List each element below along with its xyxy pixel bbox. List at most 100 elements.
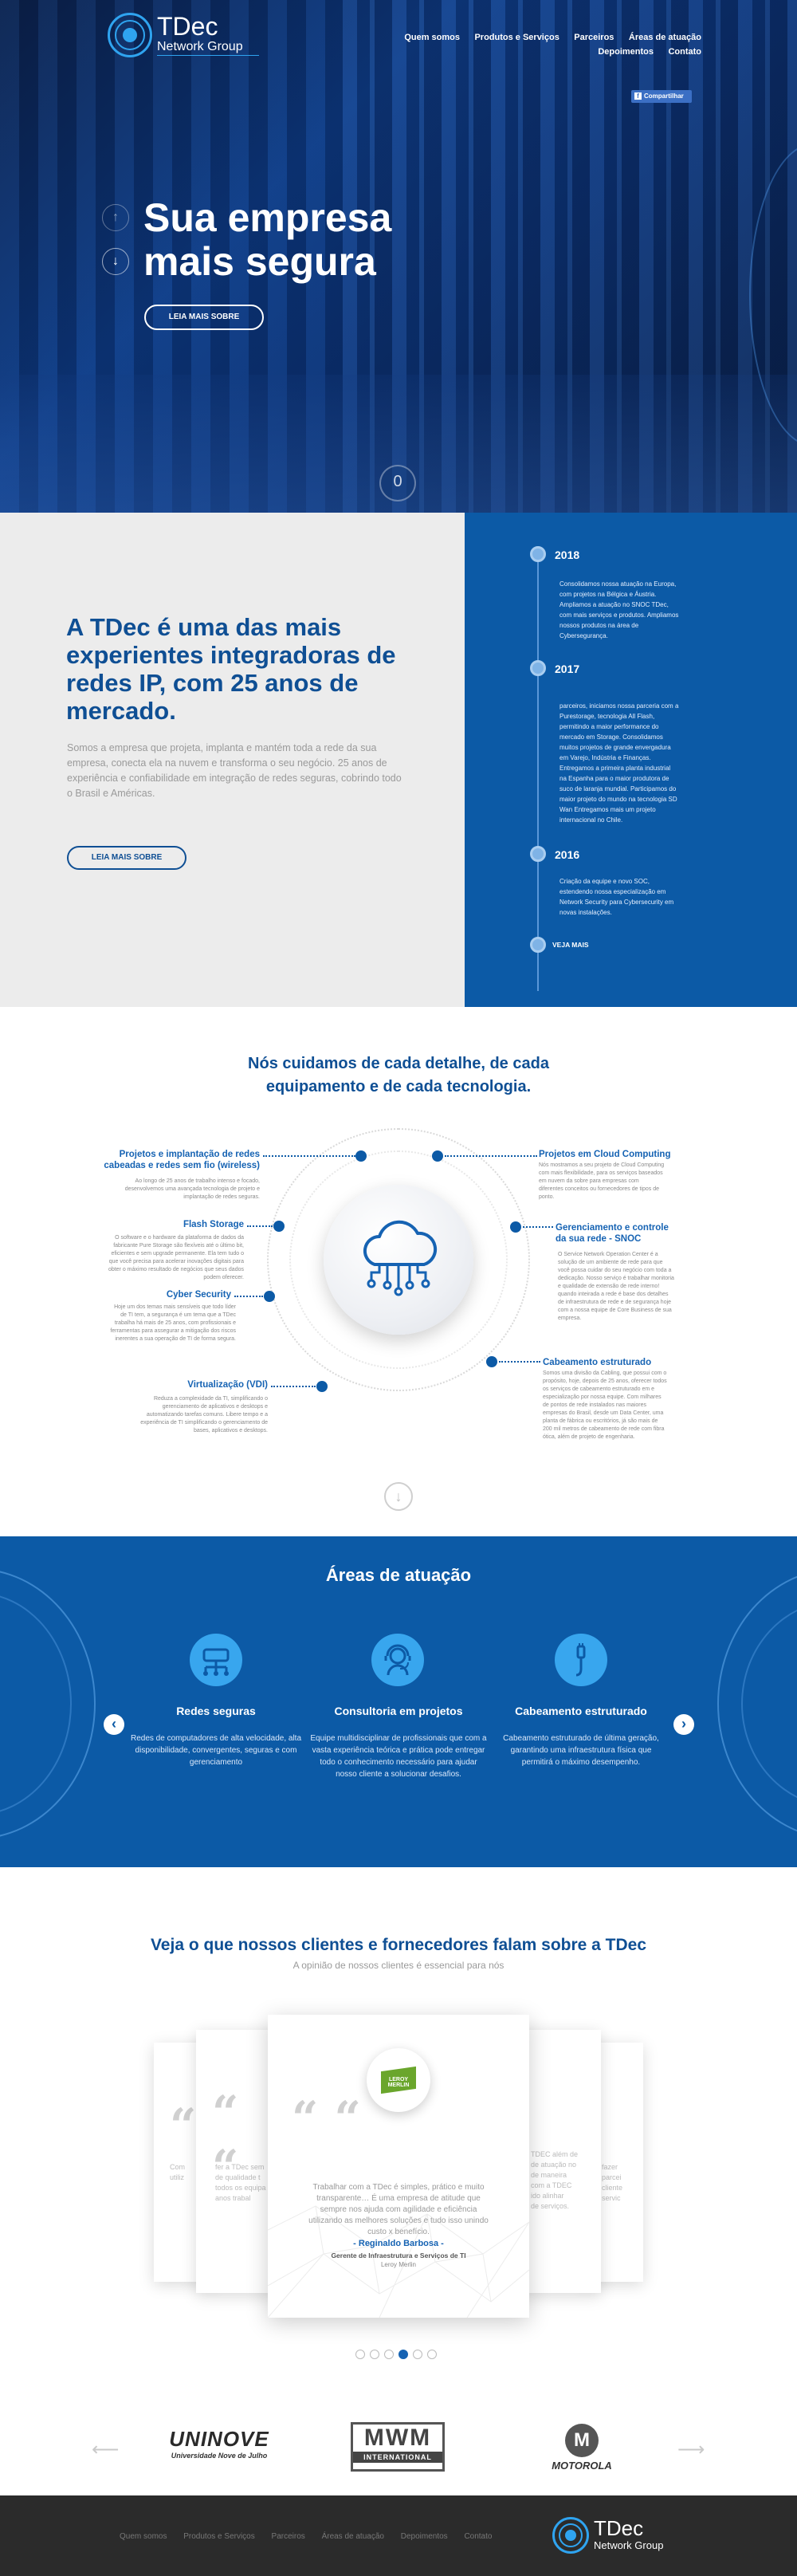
nav-contato[interactable]: Contato — [668, 47, 701, 57]
footer-nav: Quem somos Produtos e Serviços Parceiros… — [120, 2532, 492, 2541]
nav-parceiros[interactable]: Parceiros — [574, 33, 614, 42]
carousel-dot-active[interactable] — [398, 2350, 408, 2359]
timeline-dot-2018 — [530, 546, 546, 562]
intro-section: A TDec é uma das mais experientes integr… — [0, 513, 465, 1007]
testimonial-fragment: fer a TDec sem de qualidade t todos os equ… — [215, 2162, 266, 2204]
nav-depoimentos[interactable]: Depoimentos — [598, 47, 654, 57]
carousel-dot[interactable] — [413, 2350, 422, 2359]
carousel-dot[interactable] — [370, 2350, 379, 2359]
service-text: Somos uma divisão da Cabling, que possui… — [543, 1371, 667, 1440]
hero-title-line1: Sua empresa — [143, 195, 392, 240]
fragment-line: Com — [170, 2163, 186, 2171]
scroll-down-indicator[interactable]: 0 — [379, 465, 416, 501]
partner-name: UNINOVE — [169, 2427, 269, 2451]
partners-section: ⟵ ⟶ UNINOVE Universidade Nove de Julho M… — [0, 2416, 797, 2495]
intro-text: Somos a empresa que projeta, implanta e … — [67, 742, 402, 799]
quote-icon: “ — [170, 2098, 197, 2153]
service-title-vdi: Virtualização (VDI) — [187, 1380, 268, 1390]
service-dot[interactable] — [355, 1150, 367, 1162]
service-connector — [247, 1225, 273, 1227]
areas-section: Áreas de atuação ‹ › Redes seguras Redes… — [0, 1536, 797, 1867]
fragment-line: de serviços. — [531, 2202, 570, 2210]
testimonial-author: - Reginaldo Barbosa - — [353, 2239, 444, 2248]
testimonial-quote: Trabalhar com a TDec é simples, prático … — [308, 2183, 489, 2236]
service-dot[interactable] — [273, 1221, 285, 1232]
service-connector — [523, 1226, 553, 1228]
testimonial-card-right[interactable]: TDEC além de de atuação no de maneira com a… — [521, 2030, 601, 2293]
carousel-dot[interactable] — [427, 2350, 437, 2359]
service-dot[interactable] — [486, 1356, 497, 1367]
partner-name: MOTOROLA — [552, 2460, 612, 2472]
service-text: O Service Network Operation Center é a s… — [558, 1252, 674, 1321]
partners-next-arrow-icon[interactable]: ⟶ — [677, 2438, 705, 2461]
partner-subtitle: INTERNATIONAL — [353, 2452, 442, 2463]
service-dot[interactable] — [316, 1381, 328, 1392]
service-title-line: cabeadas e redes sem fio (wireless) — [104, 1161, 260, 1170]
testimonial-fragment: Com utiliz — [170, 2162, 185, 2183]
share-button[interactable]: f Compartilhar — [631, 90, 692, 103]
area-text: Redes de computadores de alta velocidade… — [130, 1734, 302, 1767]
motorola-batwing-icon: M — [565, 2424, 599, 2457]
slide-next-icon[interactable]: ↓ — [102, 248, 129, 275]
service-text: Ao longo de 25 anos de trabalho intenso … — [124, 1178, 260, 1200]
service-dot[interactable] — [432, 1150, 443, 1162]
service-text: O software e o hardware da plataforma de… — [108, 1235, 244, 1280]
fragment-line: ido alinhar — [531, 2192, 564, 2200]
brand-subtitle: Network Group — [594, 2539, 664, 2551]
areas-prev-button[interactable]: ‹ — [104, 1714, 124, 1735]
partner-logo-uninove[interactable]: UNINOVE Universidade Nove de Julho — [167, 2427, 271, 2460]
carousel-dot[interactable] — [355, 2350, 365, 2359]
testimonial-card-active[interactable]: LEROY MERLIN “ “ Trabalhar com a TDec é … — [268, 2015, 529, 2318]
timeline-more-link[interactable]: VEJA MAIS — [552, 941, 589, 949]
hero-section: TDec Network Group Quem somos Produtos e… — [0, 0, 797, 513]
brand-name: TDec — [157, 12, 218, 41]
areas-next-button[interactable]: › — [673, 1714, 694, 1735]
area-title: Cabeamento estruturado — [515, 1705, 647, 1717]
service-dot[interactable] — [264, 1291, 275, 1302]
service-title-cyber-security: Cyber Security — [166, 1290, 231, 1300]
footer-logo[interactable]: TDec Network Group — [552, 2515, 680, 2555]
service-connector — [271, 1386, 316, 1387]
service-connector — [263, 1155, 355, 1157]
logo-core — [123, 28, 137, 42]
testimonial-company: Leroy Merlin — [380, 2261, 416, 2268]
partner-logo-motorola[interactable]: M MOTOROLA — [542, 2424, 622, 2472]
footer-nav-item[interactable]: Contato — [464, 2532, 492, 2541]
partners-prev-arrow-icon[interactable]: ⟵ — [92, 2438, 119, 2461]
testimonial-card-left[interactable]: “ “ fer a TDec sem de qualidade t todos os… — [196, 2030, 276, 2293]
service-connector — [445, 1155, 537, 1157]
intro-read-more-button[interactable]: LEIA MAIS SOBRE — [67, 846, 186, 870]
footer-nav-item[interactable]: Depoimentos — [401, 2532, 448, 2541]
footer-nav-item[interactable]: Quem somos — [120, 2532, 167, 2541]
footer: Quem somos Produtos e Serviços Parceiros… — [0, 2495, 797, 2576]
nav-quem-somos[interactable]: Quem somos — [404, 33, 460, 42]
footer-nav-item[interactable]: Produtos e Serviços — [183, 2532, 255, 2541]
testimonials-subtitle: A opinião de nossos clientes é essencial… — [292, 1960, 505, 1971]
timeline-year: 2018 — [555, 549, 580, 561]
fragment-line: cliente — [602, 2184, 623, 2192]
fragment-line: todos os equipa — [215, 2184, 266, 2192]
carousel-dot[interactable] — [384, 2350, 394, 2359]
service-dot[interactable] — [510, 1221, 521, 1233]
nav-produtos[interactable]: Produtos e Serviços — [474, 33, 559, 42]
brand-logo[interactable]: TDec Network Group — [108, 11, 267, 59]
slide-prev-icon[interactable]: ↑ — [102, 204, 129, 231]
fragment-line: servic — [602, 2194, 621, 2202]
partner-logo-mwm[interactable]: MWM INTERNATIONAL — [351, 2422, 445, 2472]
hero-read-more-button[interactable]: LEIA MAIS SOBRE — [144, 305, 264, 330]
area-title: Consultoria em projetos — [334, 1705, 463, 1717]
service-title-line: Gerenciamento e controle — [556, 1223, 669, 1233]
scroll-down-icon[interactable]: ↓ — [384, 1482, 413, 1511]
nav-areas[interactable]: Áreas de atuação — [629, 33, 701, 42]
area-title: Redes seguras — [176, 1705, 256, 1717]
services-title-line1: Nós cuidamos de cada detalhe, de cada — [248, 1055, 549, 1072]
fragment-line: fer a TDec sem — [215, 2163, 265, 2171]
footer-nav-item[interactable]: Áreas de atuação — [322, 2532, 384, 2541]
main-nav: Quem somos Produtos e Serviços Parceiros… — [327, 29, 701, 58]
timeline-line — [537, 556, 539, 991]
logo-core — [565, 2530, 576, 2541]
brand-underline — [157, 55, 259, 56]
footer-nav-item[interactable]: Parceiros — [272, 2532, 305, 2541]
share-label: Compartilhar — [644, 92, 684, 100]
testimonial-role: Gerente de Infraestrutura e Serviços de … — [331, 2252, 466, 2259]
